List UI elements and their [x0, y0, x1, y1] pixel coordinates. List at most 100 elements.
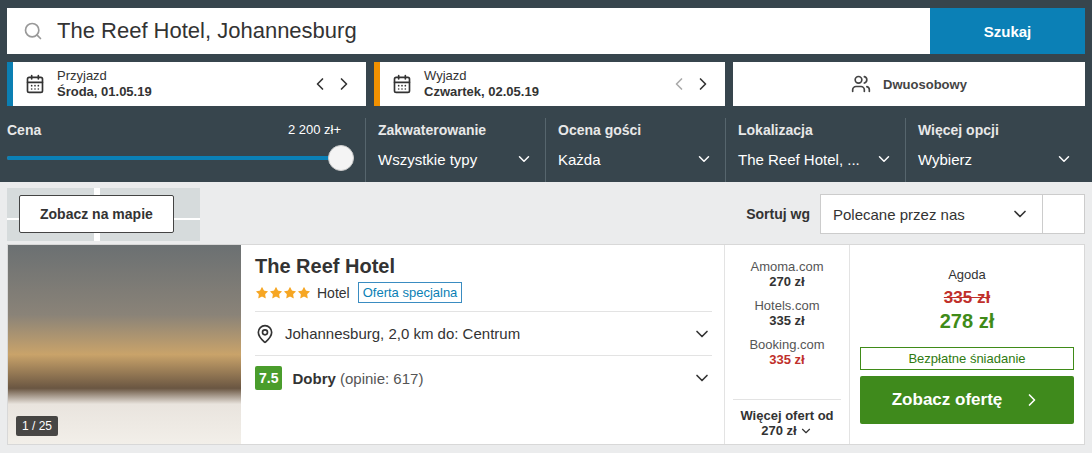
filter-dropdown[interactable]: Więcej opcjiWybierz	[905, 118, 1085, 182]
filter-value: Każda	[558, 150, 713, 168]
chevron-down-icon	[1010, 204, 1030, 224]
hotel-meta: Hotel Oferta specjalna	[255, 282, 712, 312]
date-arrows	[310, 74, 354, 94]
location-pin-icon	[255, 324, 275, 344]
filter-row: Cena 2 200 zł+ Zakwaterowanie Wszystkie typ…	[7, 118, 1085, 182]
offer-site: Hotels.com	[754, 298, 819, 313]
room-label: Dwuosobowy	[883, 77, 967, 92]
star-icon	[269, 286, 283, 300]
date-label: Przyjazd	[57, 68, 298, 84]
chevron-left-icon	[669, 74, 689, 94]
offer-price: 270 zł	[769, 274, 804, 289]
view-deal-button[interactable]: Zobacz ofertę	[860, 376, 1074, 424]
date-label: Wyjazd	[424, 68, 657, 84]
filter-label: Zakwaterowanie	[378, 122, 533, 138]
search-field[interactable]: The Reef Hotel, Johannesburg	[7, 8, 930, 54]
header: The Reef Hotel, Johannesburg Szukaj Przyja…	[0, 0, 1092, 182]
slider-thumb[interactable]	[328, 145, 354, 171]
map-button[interactable]: Zobacz na mapie	[19, 195, 174, 233]
search-bar: The Reef Hotel, Johannesburg Szukaj	[7, 8, 1085, 54]
hotel-photo[interactable]: 1 / 25	[8, 245, 241, 444]
price-label: Cena	[7, 122, 41, 138]
chevron-down-icon	[692, 324, 712, 344]
star-icon	[283, 286, 297, 300]
price-reading: 2 200 zł+	[288, 122, 341, 138]
info-icon	[1043, 209, 1084, 219]
hotel-type: Hotel	[317, 285, 350, 301]
rating-row[interactable]: 7.5 Dobry (opinie: 617)	[255, 356, 712, 400]
hotel-info: The Reef Hotel Hotel Oferta specjalna Johan…	[241, 245, 724, 444]
date-value: Czwartek, 02.05.19	[424, 84, 657, 100]
sort-select[interactable]: Polecane przez nas	[820, 194, 1043, 234]
info-button[interactable]	[1043, 194, 1085, 234]
deal-site: Agoda	[860, 267, 1074, 282]
filter-dropdown[interactable]: Ocena gości Każda	[545, 118, 725, 182]
page: The Reef Hotel, Johannesburg Szukaj Przyja…	[0, 0, 1092, 453]
location-text: Johannesburg, 2,0 km do: Centrum	[285, 325, 682, 342]
date-texts: PrzyjazdŚroda, 01.05.19	[57, 68, 298, 100]
chevron-down-icon	[1055, 150, 1073, 168]
offer-item[interactable]: Hotels.com335 zł	[754, 298, 819, 328]
filter-value: Wszystkie typy	[378, 150, 533, 168]
offer-site: Booking.com	[749, 337, 824, 352]
price-filter: Cena 2 200 zł+	[7, 118, 365, 182]
filter-dropdown[interactable]: Lokalizacja The Reef Hotel, ...	[725, 118, 905, 182]
search-icon	[23, 21, 43, 41]
price-head: Cena 2 200 zł+	[7, 122, 353, 138]
date-texts: WyjazdCzwartek, 02.05.19	[424, 68, 657, 100]
calendar-icon	[392, 74, 412, 94]
calendar-icon	[25, 74, 45, 94]
date-box[interactable]: WyjazdCzwartek, 02.05.19	[374, 62, 725, 106]
chevron-left-icon	[310, 74, 330, 94]
offer-price: 335 zł	[769, 352, 804, 367]
deal-perk: Bezpłatne śniadanie	[860, 347, 1074, 370]
prev-day-button[interactable]	[669, 74, 689, 94]
filter-dropdown[interactable]: Zakwaterowanie Wszystkie typy	[365, 118, 545, 182]
photo-counter: 1 / 25	[16, 416, 58, 436]
price-slider[interactable]	[7, 156, 341, 160]
date-arrows	[669, 74, 713, 94]
chevron-down-icon	[695, 150, 713, 168]
sort-area: Sortuj wg Polecane przez nas	[746, 194, 1085, 234]
offer-price: 335 zł	[769, 313, 804, 328]
hotel-card: 1 / 25 The Reef Hotel Hotel Oferta specjaln…	[7, 244, 1085, 445]
slider-fill	[7, 156, 341, 160]
filter-value: The Reef Hotel, ...	[738, 150, 893, 168]
search-text: The Reef Hotel, Johannesburg	[57, 18, 357, 44]
filter-value: Wybierz	[918, 150, 1073, 168]
next-day-button[interactable]	[693, 74, 713, 94]
chevron-right-icon	[334, 74, 354, 94]
map-thumbnail[interactable]: Zobacz na mapie	[7, 188, 200, 241]
rating-score: 7.5	[255, 366, 282, 390]
chevron-down-icon	[515, 150, 533, 168]
prev-day-button[interactable]	[310, 74, 330, 94]
room-select[interactable]: Dwuosobowy	[733, 62, 1085, 106]
location-row[interactable]: Johannesburg, 2,0 km do: Centrum	[255, 312, 712, 356]
more-offers[interactable]: Więcej ofert od270 zł	[733, 399, 841, 444]
next-day-button[interactable]	[334, 74, 354, 94]
search-button[interactable]: Szukaj	[930, 8, 1085, 54]
special-offer-badge: Oferta specjalna	[358, 282, 463, 303]
deal-old-price: 335 zł	[860, 288, 1074, 308]
date-row: PrzyjazdŚroda, 01.05.19 WyjazdCzwartek, 0…	[7, 62, 1085, 106]
offer-item[interactable]: Booking.com335 zł	[749, 337, 824, 367]
rating-text: Dobry (opinie: 617)	[292, 370, 682, 387]
chevron-down-icon	[799, 424, 813, 438]
best-deal: Agoda335 zł278 złBezpłatne śniadanieZoba…	[849, 245, 1084, 444]
offer-item[interactable]: Amoma.com270 zł	[751, 259, 824, 289]
offer-list: Amoma.com270 złHotels.com335 złBooking.c…	[724, 245, 849, 444]
filter-label: Lokalizacja	[738, 122, 893, 138]
sort-group: Polecane przez nas	[820, 194, 1085, 234]
people-icon	[851, 74, 871, 94]
star-icon	[255, 286, 269, 300]
star-rating	[255, 286, 311, 300]
star-icon	[297, 286, 311, 300]
sort-label: Sortuj wg	[746, 206, 810, 222]
chevron-down-icon	[875, 150, 893, 168]
date-value: Środa, 01.05.19	[57, 84, 298, 100]
hotel-name[interactable]: The Reef Hotel	[255, 255, 712, 278]
date-box[interactable]: PrzyjazdŚroda, 01.05.19	[7, 62, 366, 106]
chevron-down-icon	[692, 368, 712, 388]
chevron-right-icon	[1022, 390, 1042, 410]
filter-label: Ocena gości	[558, 122, 713, 138]
